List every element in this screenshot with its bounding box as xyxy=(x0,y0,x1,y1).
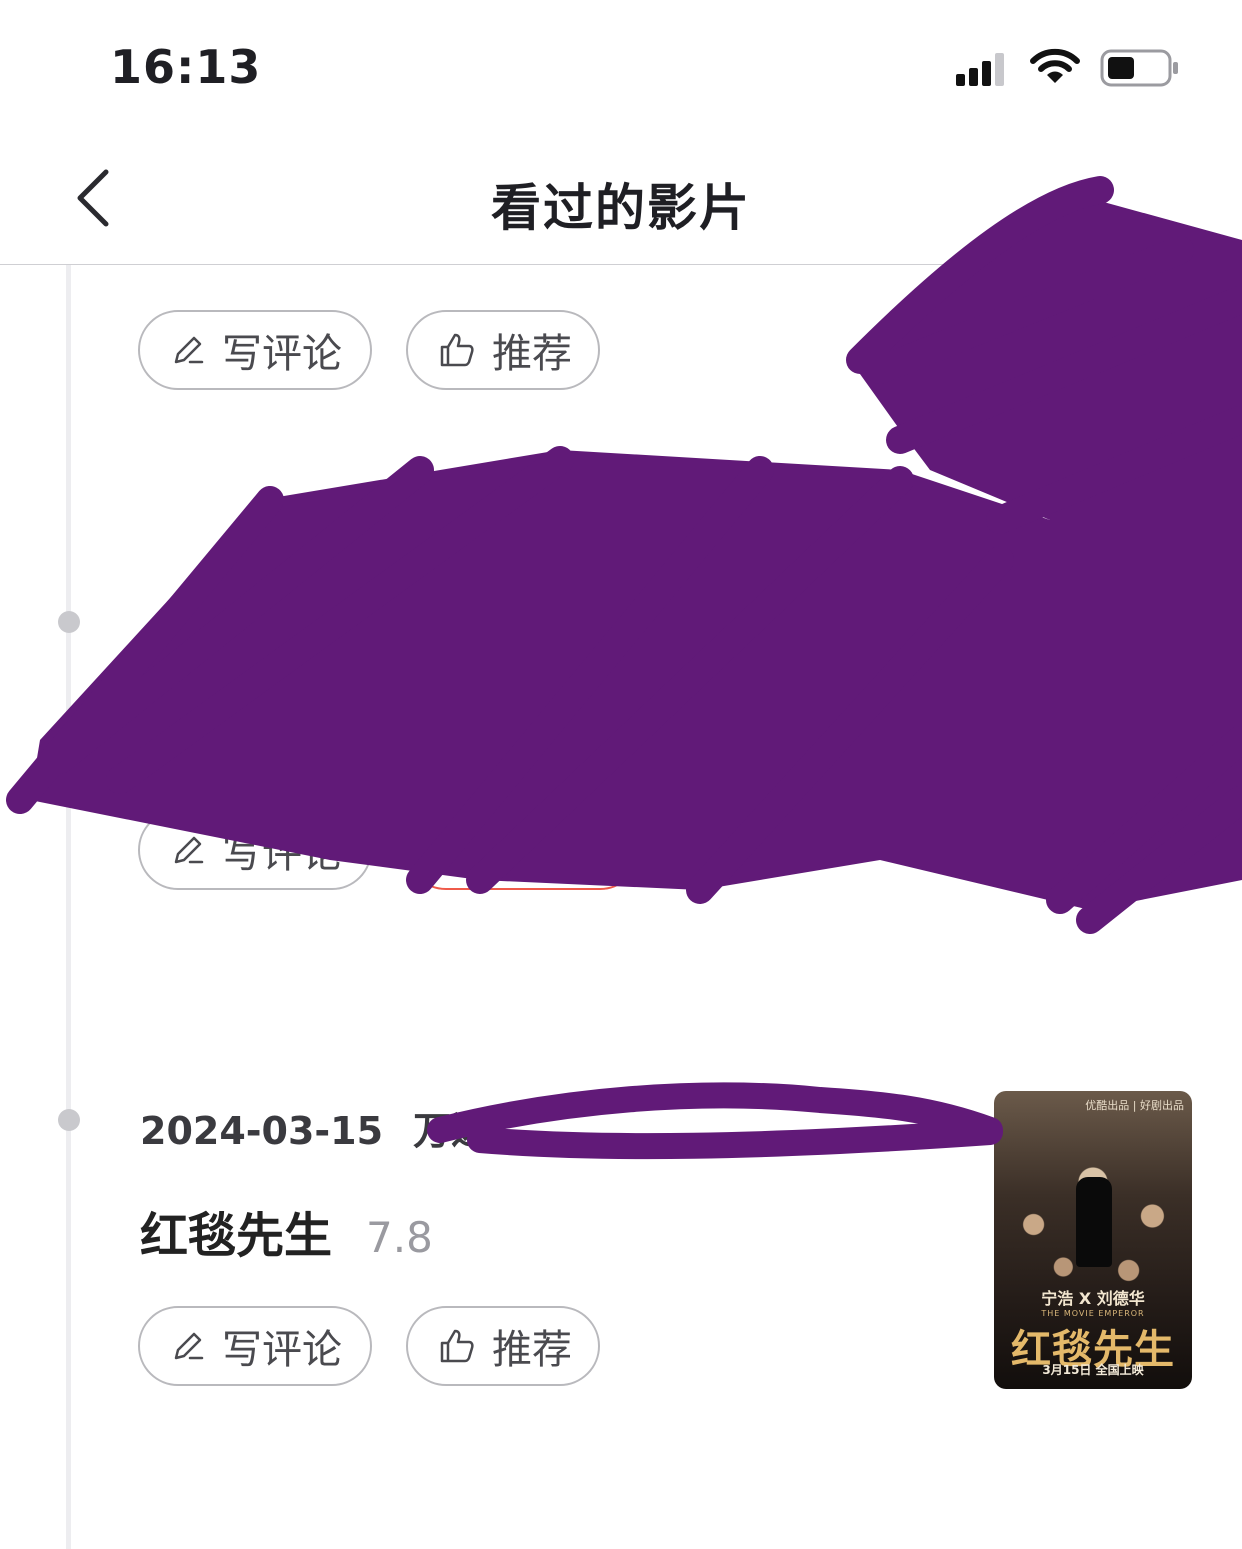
write-review-label: 写评论 xyxy=(222,831,342,877)
theater-name: 万达 xyxy=(413,1109,490,1153)
entry-meta: 2024-03-15 万达 xyxy=(140,1100,489,1155)
pencil-icon xyxy=(174,1332,204,1360)
wifi-icon xyxy=(1030,48,1080,83)
poster-top-text: 优酷出品 | 好剧出品 xyxy=(1085,1099,1184,1112)
movie-title: 红毯先生 xyxy=(140,1208,333,1264)
recommend-label: 推荐 xyxy=(492,1327,572,1373)
nav-bar: 看过的影片 xyxy=(0,130,1242,265)
thumbs-up-icon xyxy=(440,333,474,367)
pencil-icon xyxy=(174,836,204,864)
recommend-button-active[interactable]: 推荐 xyxy=(406,810,640,890)
write-review-label: 写评论 xyxy=(222,1327,342,1373)
movie-poster[interactable]: 优酷出品 | 好剧出品 宁浩 X 刘德华 THE MOVIE EMPEROR 红… xyxy=(994,1091,1192,1389)
movie-score: 7.8 xyxy=(366,1213,433,1262)
poster-figure-art xyxy=(1076,1177,1112,1267)
pencil-icon xyxy=(174,336,204,364)
status-time: 16:13 xyxy=(110,40,262,94)
poster-cast: 宁浩 X 刘德华 xyxy=(1041,1289,1145,1308)
write-review-label: 写评论 xyxy=(222,331,342,377)
thumbs-up-icon xyxy=(440,833,474,867)
recommend-button[interactable]: 推荐 xyxy=(406,1306,600,1386)
timeline-dot xyxy=(58,611,80,633)
recommend-button[interactable]: 推荐 xyxy=(406,310,600,390)
thumbs-up-icon xyxy=(440,1329,474,1363)
recommend-label: 推荐 xyxy=(492,831,572,877)
page-title: 看过的影片 xyxy=(491,179,751,237)
recommend-label: 推荐 xyxy=(492,331,572,377)
cellular-signal-icon xyxy=(956,53,1004,86)
write-review-button[interactable]: 写评论 xyxy=(138,310,372,390)
write-review-button[interactable]: 写评论 xyxy=(138,810,372,890)
movie-title-row[interactable]: 红毯先生 7.8 xyxy=(140,1196,433,1266)
write-review-button[interactable]: 写评论 xyxy=(138,1306,372,1386)
status-bar: 16:13 xyxy=(0,0,1242,130)
battery-icon xyxy=(1100,49,1178,87)
timeline-dot xyxy=(58,1109,80,1131)
poster-release: 3月15日 全国上映 xyxy=(1042,1363,1144,1377)
watch-date: 2024-03-15 xyxy=(140,1109,384,1153)
timeline-line xyxy=(66,265,71,1549)
